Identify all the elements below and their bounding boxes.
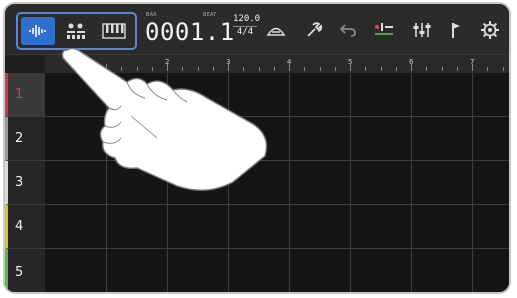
grid-line (411, 73, 412, 292)
drum-pads-view-button[interactable] (60, 17, 92, 45)
ruler-tick (472, 64, 473, 71)
tempo-display[interactable]: 120.0 4/4 (233, 14, 261, 38)
grid-line (350, 73, 351, 292)
track-4-lane[interactable] (45, 205, 509, 249)
track-1-label: 1 (15, 87, 24, 102)
drum-pads-icon (67, 23, 85, 39)
ruler-tick (411, 64, 412, 71)
ruler-tick (350, 64, 351, 71)
counter-value: 0001.1 (145, 18, 235, 46)
grid-line (472, 73, 473, 292)
track-4-label: 4 (15, 219, 24, 234)
marker-button[interactable] (443, 18, 469, 42)
waveform-icon (29, 25, 46, 37)
track-5-header[interactable]: 5 (5, 249, 45, 292)
marker-flag-icon (452, 23, 460, 38)
tempo-value: 120.0 (233, 14, 261, 24)
device-screen: BAR BEAT 0001.1 120.0 4/4 2 3 4 5 6 7 1 … (3, 2, 511, 294)
track-5-label: 5 (15, 265, 24, 280)
grid-line (289, 73, 290, 292)
track-2-label: 2 (15, 131, 24, 146)
track-1-header[interactable]: 1 (5, 73, 45, 117)
tools-button[interactable] (301, 18, 327, 42)
track-mixer-button[interactable] (371, 18, 397, 42)
keyboard-view-button[interactable] (96, 17, 132, 45)
ruler-tick (441, 67, 443, 71)
keyboard-icon (102, 23, 126, 39)
track-4-header[interactable]: 4 (5, 205, 45, 249)
ruler-tick (304, 67, 306, 71)
time-signature: 4/4 (233, 26, 257, 38)
pointing-hand-illustration (61, 47, 268, 191)
track-2-header[interactable]: 2 (5, 117, 45, 161)
ruler-tick (380, 67, 382, 71)
view-mode-selector (16, 12, 137, 50)
track-3-header[interactable]: 3 (5, 161, 45, 205)
mixer-button[interactable] (409, 18, 435, 42)
ruler-tick (502, 67, 504, 71)
waveform-view-button[interactable] (21, 17, 55, 45)
ruler-tick (319, 67, 321, 71)
metronome-button[interactable] (263, 18, 289, 42)
track-3-label: 3 (15, 175, 24, 190)
ruler-tick (365, 67, 367, 71)
ruler-tick (289, 64, 290, 71)
ruler-tick (456, 67, 458, 71)
track-mixer-icon (375, 23, 393, 35)
settings-button[interactable] (477, 18, 503, 42)
settings-gear-icon (481, 21, 499, 39)
undo-button[interactable] (335, 18, 361, 42)
undo-icon (339, 24, 356, 37)
mixer-sliders-icon (413, 23, 431, 37)
tools-icon (307, 22, 323, 37)
metronome-icon (266, 27, 286, 36)
ruler-tick (487, 67, 489, 71)
ruler-tick (395, 67, 397, 71)
ruler-tick (334, 67, 336, 71)
ruler-tick (426, 67, 428, 71)
track-5-lane[interactable] (45, 249, 509, 292)
